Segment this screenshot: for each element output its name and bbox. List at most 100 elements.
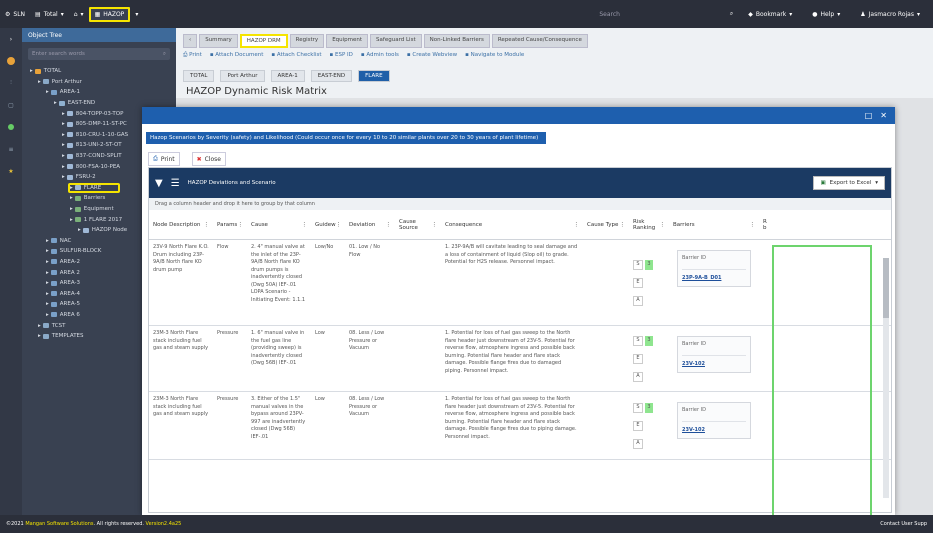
breadcrumb-item[interactable]: AREA-1 bbox=[270, 70, 305, 82]
breadcrumb-item[interactable]: FLARE bbox=[358, 70, 390, 82]
tab-equipment[interactable]: Equipment bbox=[326, 34, 369, 48]
table-row[interactable]: 23V-9 North Flare K.O. Drum including 23… bbox=[149, 240, 891, 326]
expand-arrow-icon[interactable]: ▸ bbox=[46, 238, 49, 244]
search-icon[interactable]: ⌕ bbox=[730, 10, 733, 18]
severity-value[interactable]: 3 bbox=[645, 402, 653, 413]
filter-icon[interactable]: ▼ bbox=[155, 178, 163, 189]
column-menu-icon[interactable]: ⋮ bbox=[432, 222, 438, 228]
breadcrumb-item[interactable]: TOTAL bbox=[183, 70, 215, 82]
expand-arrow-icon[interactable]: ▸ bbox=[38, 79, 41, 85]
expand-arrow-icon[interactable]: ▸ bbox=[70, 217, 73, 223]
export-excel-button[interactable]: ▣ Export to Excel ▾ bbox=[813, 176, 885, 190]
close-icon[interactable]: ✕ bbox=[880, 111, 887, 120]
expand-arrow-icon[interactable]: ▸ bbox=[62, 111, 65, 117]
column-menu-icon[interactable]: ⋮ bbox=[660, 222, 666, 228]
barrier-link[interactable]: 23P-9A-B_D01 bbox=[682, 270, 746, 283]
list-icon[interactable]: ≡ bbox=[0, 138, 22, 160]
tab-hazop-drm[interactable]: HAZOP DRM bbox=[239, 34, 288, 48]
expand-arrow-icon[interactable]: ▸ bbox=[46, 259, 49, 265]
column-header[interactable]: Cause ⋮ bbox=[247, 222, 311, 228]
expand-arrow-icon[interactable]: ▸ bbox=[70, 195, 73, 201]
columns-icon[interactable]: ☰ bbox=[171, 178, 180, 189]
tree-node[interactable]: ▸ AREA-1 bbox=[22, 87, 176, 98]
hazop-module-button[interactable]: ▦ HAZOP bbox=[88, 6, 131, 22]
column-menu-icon[interactable]: ⋮ bbox=[386, 222, 392, 228]
breadcrumb-item[interactable]: Port Arthur bbox=[220, 70, 265, 82]
expand-arrow-icon[interactable]: ▸ bbox=[62, 142, 65, 148]
tab-safeguard-list[interactable]: Safeguard List bbox=[370, 34, 422, 48]
toolbar-print[interactable]: ⎙ Print bbox=[183, 52, 202, 59]
barrier-link[interactable]: 23V-102 bbox=[682, 356, 746, 369]
bookmark-button[interactable]: ◆ Bookmark ▾ bbox=[743, 11, 797, 18]
column-header[interactable]: Deviation ⋮ bbox=[345, 222, 395, 228]
expand-arrow-icon[interactable]: ▸ bbox=[46, 248, 49, 254]
expand-arrow-icon[interactable]: ▸ bbox=[46, 312, 49, 318]
expand-arrow-icon[interactable]: ▸ bbox=[62, 164, 65, 170]
expand-arrow-icon[interactable]: ▸ bbox=[38, 333, 41, 339]
expand-arrow-icon[interactable]: ▸ bbox=[62, 174, 65, 180]
expand-arrow-icon[interactable]: ▸ bbox=[62, 121, 65, 127]
expand-arrow-icon[interactable]: ▸ bbox=[30, 68, 33, 74]
print-button[interactable]: ⎙ Print bbox=[148, 152, 180, 166]
help-button[interactable]: ● Help ▾ bbox=[807, 11, 845, 18]
tab-summary[interactable]: Summary bbox=[199, 34, 238, 48]
expand-arrow-icon[interactable]: ▸ bbox=[78, 227, 81, 233]
vertical-scrollbar[interactable] bbox=[883, 258, 889, 498]
column-menu-icon[interactable]: ⋮ bbox=[620, 222, 626, 228]
toolbar-attach-document[interactable]: ▪ Attach Document bbox=[210, 52, 264, 59]
expand-arrow-icon[interactable]: ▸ bbox=[54, 100, 57, 106]
expand-arrow-icon[interactable]: ▸ bbox=[38, 323, 41, 329]
user-menu[interactable]: ♟ Jasmacro Rojas ▾ bbox=[855, 11, 925, 18]
module-dropdown[interactable]: ▾ bbox=[130, 11, 143, 18]
table-row[interactable]: 23M-3 North Flare stack including fuel g… bbox=[149, 326, 891, 392]
breadcrumb-item[interactable]: EAST-END bbox=[310, 70, 353, 82]
toolbar-esp-id[interactable]: ▪ ESP ID bbox=[330, 52, 353, 59]
sln-menu[interactable]: ⚙ SLN bbox=[0, 11, 30, 18]
company-link[interactable]: Mangan Software Solutions bbox=[25, 521, 93, 527]
column-header[interactable]: Consequence ⋮ bbox=[441, 222, 583, 228]
close-button[interactable]: ✖ Close bbox=[191, 152, 227, 166]
column-menu-icon[interactable]: ⋮ bbox=[238, 222, 244, 228]
column-header[interactable]: Cause Type ⋮ bbox=[583, 222, 629, 228]
column-menu-icon[interactable]: ⋮ bbox=[204, 222, 210, 228]
search-input[interactable]: Search bbox=[599, 11, 620, 18]
expand-arrow-icon[interactable]: ▸ bbox=[70, 185, 73, 191]
total-menu[interactable]: ▤ Total ▾ bbox=[30, 11, 69, 18]
tab-prev-button[interactable]: ‹ bbox=[183, 34, 198, 48]
tab-registry[interactable]: Registry bbox=[289, 34, 325, 48]
column-header[interactable]: Params ⋮ bbox=[213, 222, 247, 228]
expand-arrow-icon[interactable]: ▸ bbox=[62, 132, 65, 138]
tab-non-linked-barriers[interactable]: Non-Linked Barriers bbox=[423, 34, 490, 48]
green-dot-icon[interactable] bbox=[0, 116, 22, 138]
tree-search-input[interactable]: Enter search words ⌕ bbox=[28, 48, 170, 60]
doc-icon[interactable]: ▢ bbox=[0, 94, 22, 116]
tree-node[interactable]: ▸ Port Arthur bbox=[22, 77, 176, 88]
tree-node[interactable]: ▸ TOTAL bbox=[22, 66, 176, 77]
expand-arrow-icon[interactable]: ▸ bbox=[46, 291, 49, 297]
column-header[interactable]: R b bbox=[759, 219, 773, 231]
chart-icon[interactable]: ⫶ bbox=[0, 72, 22, 94]
contact-support-link[interactable]: Contact User Supp bbox=[880, 521, 927, 527]
column-menu-icon[interactable]: ⋮ bbox=[302, 222, 308, 228]
toolbar-attach-checklist[interactable]: ▪ Attach Checklist bbox=[271, 52, 321, 59]
toolbar-admin-tools[interactable]: ▪ Admin tools bbox=[361, 52, 399, 59]
barrier-link[interactable]: 23V-102 bbox=[682, 422, 746, 435]
column-menu-icon[interactable]: ⋮ bbox=[336, 222, 342, 228]
expand-icon[interactable]: › bbox=[0, 28, 22, 50]
expand-arrow-icon[interactable]: ▸ bbox=[62, 153, 65, 159]
expand-arrow-icon[interactable]: ▸ bbox=[46, 301, 49, 307]
column-header[interactable]: Cause Source ⋮ bbox=[395, 219, 441, 231]
column-menu-icon[interactable]: ⋮ bbox=[750, 222, 756, 228]
severity-value[interactable]: 3 bbox=[645, 335, 653, 346]
severity-value[interactable]: 3 bbox=[645, 259, 653, 270]
group-drop-zone[interactable]: Drag a column header and drop it here to… bbox=[149, 198, 891, 210]
orange-dot-icon[interactable] bbox=[0, 50, 22, 72]
expand-arrow-icon[interactable]: ▸ bbox=[70, 206, 73, 212]
column-header[interactable]: Risk Ranking ⋮ bbox=[629, 219, 669, 231]
home-button[interactable]: ⌂ ▾ bbox=[69, 11, 89, 18]
column-header[interactable]: Node Description ⋮ bbox=[149, 222, 213, 228]
tab-repeated-cause-consequence[interactable]: Repeated Cause/Consequence bbox=[491, 34, 588, 48]
expand-arrow-icon[interactable]: ▸ bbox=[46, 270, 49, 276]
tree-node[interactable]: ▸ FLARE bbox=[68, 182, 120, 194]
column-header[interactable]: Guidew ⋮ bbox=[311, 222, 345, 228]
